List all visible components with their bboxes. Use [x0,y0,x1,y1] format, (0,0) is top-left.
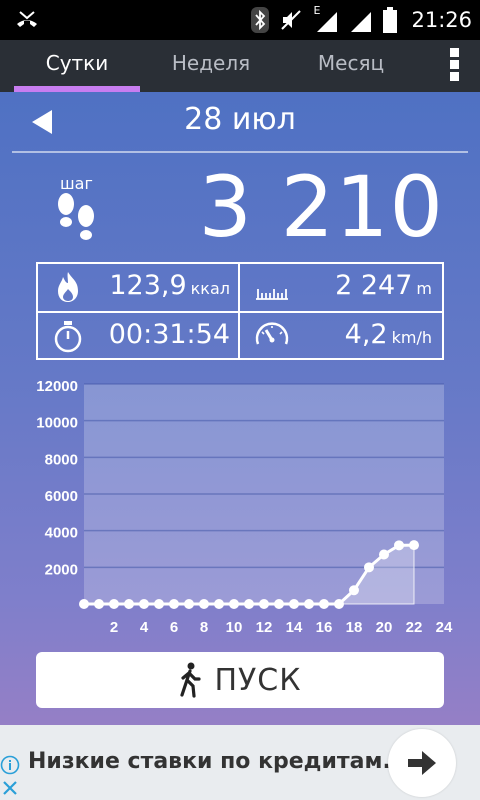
ad-arrow-button[interactable] [388,729,456,797]
tab-month[interactable]: Месяц [288,40,414,92]
chart-data-point [229,599,239,609]
signal-icon: E [313,4,339,34]
speedometer-icon [255,322,289,345]
status-bar: E 21:26 [0,0,480,40]
chart-data-point [199,599,209,609]
tab-label: Месяц [317,51,385,75]
x-tick-label: 4 [140,619,149,636]
close-icon[interactable] [1,779,19,797]
tab-week[interactable]: Неделя [148,40,274,92]
chart-data-point [319,599,329,609]
speed-value: 4,2 [344,319,388,350]
calories-value: 123,9 [109,270,187,301]
y-tick-label: 6000 [45,488,78,505]
main-panel: 28 июл шаг 3 210 123,9 ккал 2 247 m 00:3… [0,92,480,725]
chart-data-point [154,599,164,609]
mute-icon [281,10,302,30]
x-tick-label: 10 [226,619,243,636]
tab-label: Неделя [171,51,251,75]
speed-cell: 4,2 km/h [240,313,442,360]
stats-grid: 123,9 ккал 2 247 m 00:31:54 4,2 km/h [36,262,444,360]
x-tick-label: 16 [316,619,333,636]
divider [12,151,468,153]
bluetooth-icon [251,7,270,33]
missed-call-icon [17,11,37,27]
chart-data-point [349,585,359,596]
start-button-label: ПУСК [214,662,302,698]
start-button[interactable]: ПУСК [36,652,444,708]
distance-value: 2 247 [335,270,413,301]
y-tick-label: 12000 [36,378,78,395]
chart-data-point [364,562,374,573]
step-count: 3 210 [198,158,444,256]
duration-value: 00:31:54 [108,319,230,350]
chart-data-point [394,540,404,551]
calories-unit: ккал [190,279,230,298]
chart-data-point [94,599,104,609]
chart-data-point [139,599,149,609]
x-tick-label: 14 [286,619,303,636]
x-tick-label: 6 [170,619,178,636]
overflow-menu-icon[interactable] [448,48,460,84]
network-type: E [313,4,321,17]
duration-cell: 00:31:54 [38,313,240,360]
chart-data-point [79,599,89,609]
chart-data-point [124,599,134,609]
stopwatch-icon [54,321,82,353]
chart-data-point [259,599,269,609]
walking-person-icon [180,662,202,698]
y-tick-label: 8000 [45,451,78,468]
tab-day[interactable]: Сутки [14,40,140,92]
info-icon[interactable] [0,755,20,775]
tab-label: Сутки [45,51,109,75]
x-tick-label: 20 [376,619,393,636]
y-tick-label: 4000 [45,525,78,542]
chart-data-point [304,599,314,609]
period-tabs: Сутки Неделя Месяц [0,40,480,92]
y-tick-label: 2000 [45,561,78,578]
distance-unit: m [416,279,432,298]
date-navigator: 28 июл [0,92,480,152]
x-tick-label: 2 [110,619,118,636]
ruler-icon [256,289,288,300]
chart-data-point [409,540,419,551]
chart-data-point [169,599,179,609]
chart-data-point [379,549,389,560]
speed-unit: km/h [391,328,432,347]
arrow-right-icon [408,751,436,775]
chart-data-point [334,599,344,609]
chart-data-point [274,599,284,609]
x-tick-label: 24 [436,619,453,636]
chart-data-point [289,599,299,609]
calories-cell: 123,9 ккал [38,264,240,311]
clock: 21:26 [411,8,472,32]
x-tick-label: 12 [256,619,273,636]
chart-data-point [244,599,254,609]
ad-text: Низкие ставки по кредитам. [28,749,391,774]
battery-icon [383,7,398,33]
fire-icon [58,272,78,302]
steps-chart: 200040006000800010000120002 4 6 8 10 12 14 16 18… [36,378,453,636]
y-tick-label: 10000 [36,415,78,432]
chart-data-point [184,599,194,609]
x-tick-label: 22 [406,619,423,636]
chart-data-point [109,599,119,609]
current-date: 28 июл [184,102,296,137]
chart-data-point [214,599,224,609]
x-tick-label: 18 [346,619,363,636]
footsteps-icon [58,193,94,240]
ad-banner[interactable]: Низкие ставки по кредитам. [0,725,480,800]
signal-icon [351,12,372,32]
steps-label: шаг [60,174,93,193]
distance-cell: 2 247 m [240,264,442,311]
x-tick-label: 8 [200,619,208,636]
